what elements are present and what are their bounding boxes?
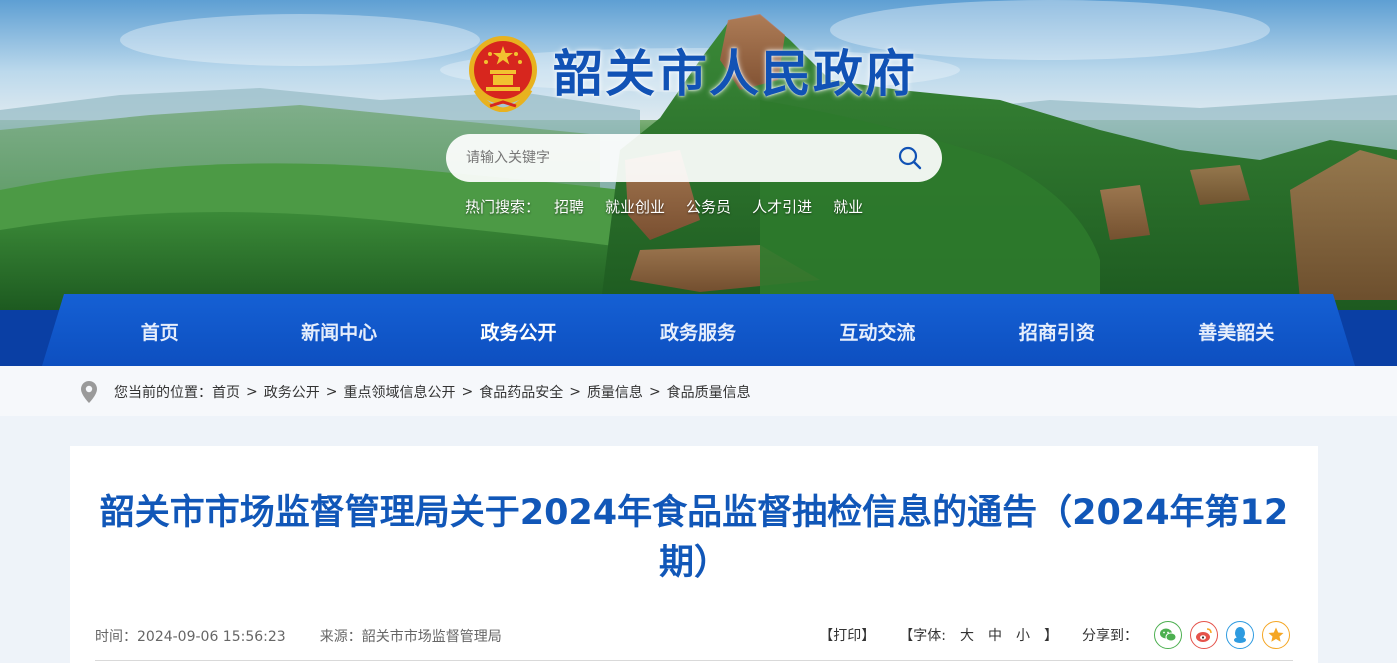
nav-item-home[interactable]: 首页 [70, 294, 249, 366]
weibo-icon[interactable] [1190, 621, 1218, 649]
national-emblem-icon [466, 32, 540, 113]
font-size-close: 】 [1044, 628, 1058, 644]
search-box [446, 134, 942, 182]
breadcrumb-separator: > [325, 384, 338, 400]
nav-item-interaction[interactable]: 互动交流 [788, 294, 967, 366]
location-pin-icon [81, 381, 97, 403]
hot-term-link[interactable]: 人才引进 [752, 196, 812, 217]
header-banner: 韶关市人民政府 热门搜索： 招聘 就业创业 公务员 人才引进 就业 [0, 0, 1397, 310]
article-source: 来源：韶关市市场监督管理局 [319, 629, 502, 645]
hot-term-link[interactable]: 招聘 [554, 196, 584, 217]
breadcrumb: 您当前的位置： 首页 > 政务公开 > 重点领域信息公开 > 食品药品安全 > … [80, 380, 751, 404]
article-title: 韶关市市场监督管理局关于2024年食品监督抽检信息的通告（2024年第12期） [99, 493, 1289, 583]
hot-search-label: 热门搜索： [465, 197, 541, 216]
breadcrumb-link[interactable]: 质量信息 [587, 382, 643, 402]
share-label: 分享到： [1082, 628, 1138, 644]
breadcrumb-link[interactable]: 食品质量信息 [667, 382, 751, 402]
search-icon [898, 146, 922, 170]
article-divider [95, 660, 1293, 661]
article-tools: 【打印】 【字体: 大 中 小 】 分享到： [819, 621, 1290, 649]
breadcrumb-link[interactable]: 政务公开 [264, 382, 320, 402]
breadcrumb-separator: > [569, 384, 581, 400]
nav-item-services[interactable]: 政务服务 [608, 294, 787, 366]
qq-icon[interactable] [1226, 621, 1254, 649]
article-panel: 韶关市市场监督管理局关于2024年食品监督抽检信息的通告（2024年第12期） … [70, 446, 1318, 663]
hot-search: 热门搜索： 招聘 就业创业 公务员 人才引进 就业 [465, 194, 884, 218]
font-size-large-button[interactable]: 大 [960, 625, 974, 645]
article-meta: 时间：2024-09-06 15:56:23 来源：韶关市市场监督管理局 [95, 626, 502, 646]
main-nav: 首页 新闻中心 政务公开 政务服务 互动交流 招商引资 善美韶关 [0, 294, 1397, 366]
nav-item-shaoguan[interactable]: 善美韶关 [1147, 294, 1326, 366]
search-input[interactable] [446, 134, 886, 182]
breadcrumb-link[interactable]: 食品药品安全 [479, 382, 563, 402]
font-size-control: 【字体: 大 中 小 】 [899, 625, 1058, 645]
print-button[interactable]: 【打印】 [819, 625, 875, 645]
breadcrumb-bar: 您当前的位置： 首页 > 政务公开 > 重点领域信息公开 > 食品药品安全 > … [0, 366, 1397, 416]
wechat-icon[interactable] [1154, 621, 1182, 649]
breadcrumb-separator: > [648, 384, 661, 400]
font-size-small-button[interactable]: 小 [1016, 625, 1030, 645]
publish-time: 时间：2024-09-06 15:56:23 [95, 629, 286, 645]
search-button[interactable] [886, 134, 934, 182]
hot-term-link[interactable]: 公务员 [686, 196, 731, 217]
site-title: 韶关市人民政府 [553, 45, 917, 103]
nav-item-investment[interactable]: 招商引资 [967, 294, 1146, 366]
breadcrumb-separator: > [246, 384, 258, 400]
breadcrumb-prefix: 您当前的位置： [114, 385, 212, 401]
breadcrumb-link[interactable]: 首页 [212, 382, 240, 402]
hot-term-link[interactable]: 就业创业 [605, 196, 665, 217]
nav-item-news[interactable]: 新闻中心 [249, 294, 428, 366]
font-size-label: 【字体: [899, 628, 946, 644]
hot-term-link[interactable]: 就业 [833, 196, 863, 217]
breadcrumb-link[interactable]: 重点领域信息公开 [343, 382, 455, 402]
qzone-icon[interactable] [1262, 621, 1290, 649]
breadcrumb-separator: > [461, 384, 474, 400]
nav-item-gov-affairs[interactable]: 政务公开 [429, 294, 608, 366]
font-size-medium-button[interactable]: 中 [988, 625, 1002, 645]
